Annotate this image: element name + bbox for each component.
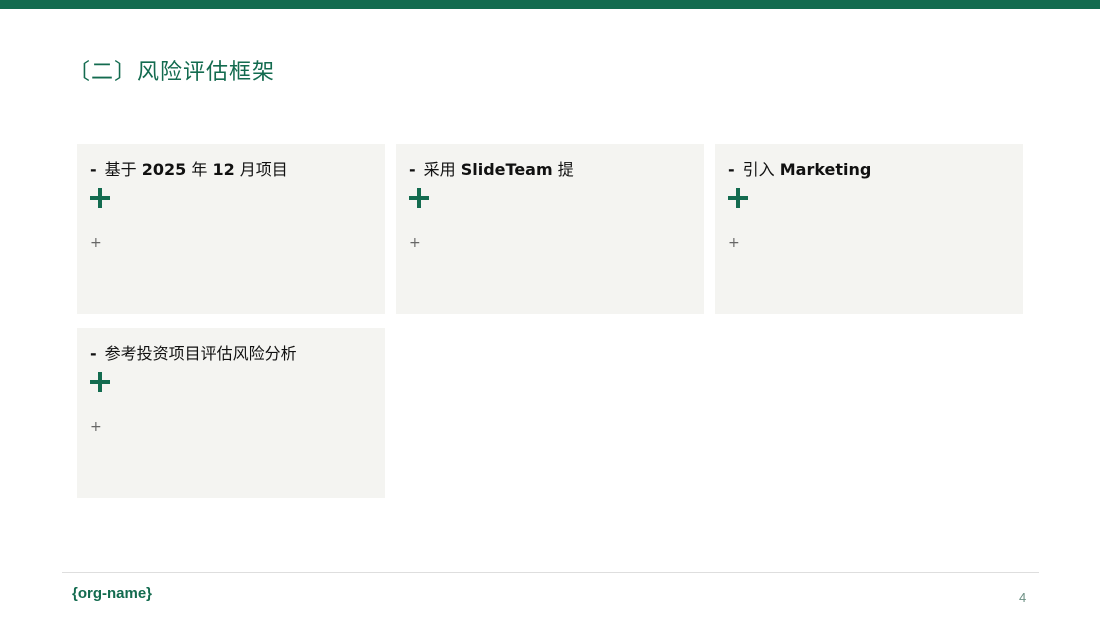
small-plus-marker: + [90,235,102,251]
card-heading: - 引入 Marketing [728,156,871,180]
heading-text-bold: Marketing [779,160,872,179]
slide-title: 〔二〕风险评估框架 [68,60,276,85]
card-1: - 基于 2025 年 12 月项目 + [77,144,385,314]
heading-text: 采用 [423,160,461,179]
org-name: {org-name} [72,585,153,602]
card-2: - 采用 SlideTeam 提 + [396,144,704,314]
heading-text: 引入 [742,160,780,179]
small-plus-marker: + [409,235,421,251]
plus-icon [728,188,748,208]
heading-text-bold: 12 [212,160,235,179]
bullet-dash: - [409,160,416,179]
heading-text-bold: 2025 [141,160,187,179]
top-accent-bar [0,0,1100,9]
heading-text: 提 [552,160,574,179]
card-heading: - 参考投资项目评估风险分析 [90,340,297,364]
slide: 〔二〕风险评估框架 - 基于 2025 年 12 月项目 + - 采用 SlideT… [0,0,1100,619]
card-heading: - 基于 2025 年 12 月项目 [90,156,288,180]
plus-icon [90,372,110,392]
small-plus-marker: + [90,419,102,435]
bullet-dash: - [728,160,735,179]
card-4: - 参考投资项目评估风险分析 + [77,328,385,498]
heading-text: 基于 [104,160,142,179]
card-heading: - 采用 SlideTeam 提 [409,156,574,180]
bullet-dash: - [90,160,97,179]
heading-text-bold: SlideTeam [460,160,553,179]
footer-divider [62,572,1039,573]
plus-icon [409,188,429,208]
page-number: 4 [1019,590,1027,605]
heading-text: 年 [186,160,213,179]
card-3: - 引入 Marketing + [715,144,1023,314]
plus-icon [90,188,110,208]
heading-text: 参考投资项目评估风险分析 [104,344,297,363]
small-plus-marker: + [728,235,740,251]
bullet-dash: - [90,344,97,363]
heading-text: 月项目 [234,160,288,179]
